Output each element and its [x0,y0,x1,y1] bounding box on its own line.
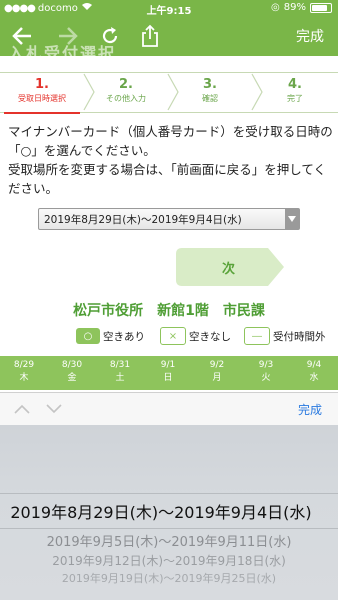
day-date: 9/1 [160,360,176,370]
day-date: 8/30 [61,360,83,370]
step-1-number: 1. [35,77,49,92]
day-column-header: 8/29 木 [0,359,48,385]
full-label: 空きなし [189,330,231,343]
next-button-label: 次 [221,262,235,277]
day-date: 9/4 [306,360,322,370]
day-weekday: 月 [212,373,222,383]
available-label: 空きあり [103,330,145,343]
dropdown-arrow-icon [285,209,299,229]
day-header-row: 8/29 木 8/30 金 8/31 土 9/1 日 9/2 月 9/3 火 9… [0,356,338,390]
battery-icon [310,2,332,13]
step-3-label: 確認 [202,94,218,103]
closed-label: 受付時間外 [273,330,326,343]
legend-closed: ― 受付時間外 [244,326,326,346]
full-symbol: × [160,327,186,345]
picker-next-button[interactable] [46,399,62,418]
next-button[interactable]: 次 [176,248,286,286]
available-symbol: ○ [76,328,100,344]
nav-done-button[interactable]: 完成 [296,26,324,46]
date-range-select[interactable]: 2019年8月29日(木)～2019年9月4日(水) [38,208,300,230]
picker-option-selected[interactable]: 2019年8月29日(木)～2019年9月4日(水) [0,499,330,523]
day-date: 9/3 [258,360,274,370]
instructions: マイナンバーカード（個人番号カード）を受け取る日時の「○」を選んでください。 受… [8,122,334,198]
day-weekday: 木 [19,373,29,383]
day-column-header: 8/30 金 [48,359,96,385]
active-step-underline [4,112,80,114]
step-1: 1. 受取日時選択 [0,72,84,112]
alarm-icon: ◎ [271,2,280,13]
picker-option[interactable]: 2019年9月5日(木)～2019年9月11日(水) [0,531,338,550]
legend-full: × 空きなし [160,326,231,346]
step-2-label: その他入力 [106,94,146,103]
picker-option[interactable]: 2019年9月19日(木)～2019年9月25日(水) [0,570,338,586]
day-weekday: 金 [67,373,77,383]
step-4-label: 完了 [287,94,303,103]
day-date: 8/29 [13,360,35,370]
step-indicator: 1. 受取日時選択 2. その他入力 3. 確認 4. 完了 [0,72,338,112]
step-3: 3. 確認 [168,72,252,112]
picker-option[interactable]: 2019年9月12日(木)～2019年9月18日(水) [0,552,338,569]
step-2-number: 2. [119,77,133,92]
step-4: 4. 完了 [252,72,338,112]
day-column-header: 9/2 月 [193,359,241,385]
instruction-line-1: マイナンバーカード（個人番号カード）を受け取る日時の「○」を選んでください。 [8,124,333,158]
step-4-number: 4. [288,77,302,92]
chevron-up-icon [14,404,30,414]
picker-done-button[interactable]: 完成 [298,401,322,418]
closed-symbol: ― [244,327,270,345]
share-button[interactable] [136,22,164,50]
page-title-partial: 入札受付選択 [8,44,117,56]
day-column-header: 9/3 火 [242,359,290,385]
day-column-header: 9/4 水 [290,359,338,385]
nav-bar: 完成 入札受付選択 [0,16,338,56]
day-column-header: 9/1 日 [144,359,192,385]
day-column-header: 8/31 土 [96,359,144,385]
day-weekday: 日 [163,373,173,383]
date-range-value: 2019年8月29日(木)～2019年9月4日(水) [44,214,242,226]
step-1-label: 受取日時選択 [18,94,66,103]
status-bar: ●●●● docomo 上午9:15 ◎ 89% [0,0,338,17]
picker-toolbar: 完成 [0,392,338,426]
date-range-picker-wheel[interactable]: 2019年8月29日(木)～2019年9月4日(水) 2019年9月5日(木)～… [0,425,338,600]
day-weekday: 水 [309,373,319,383]
day-date: 8/31 [109,360,131,370]
day-weekday: 土 [115,373,125,383]
day-date: 9/2 [209,360,225,370]
instruction-line-2: 受取場所を変更する場合は、「前画面に戻る」を押してください。 [8,162,327,196]
legend-available: ○ 空きあり [76,326,145,346]
step-3-number: 3. [203,77,217,92]
picker-prev-button[interactable] [14,399,30,418]
chevron-down-icon [46,404,62,414]
day-weekday: 火 [261,373,271,383]
step-2: 2. その他入力 [84,72,168,112]
battery-percent: 89% [283,2,306,13]
location-title: 松戸市役所 新館1階 市民課 [73,303,265,319]
share-icon [142,24,158,47]
